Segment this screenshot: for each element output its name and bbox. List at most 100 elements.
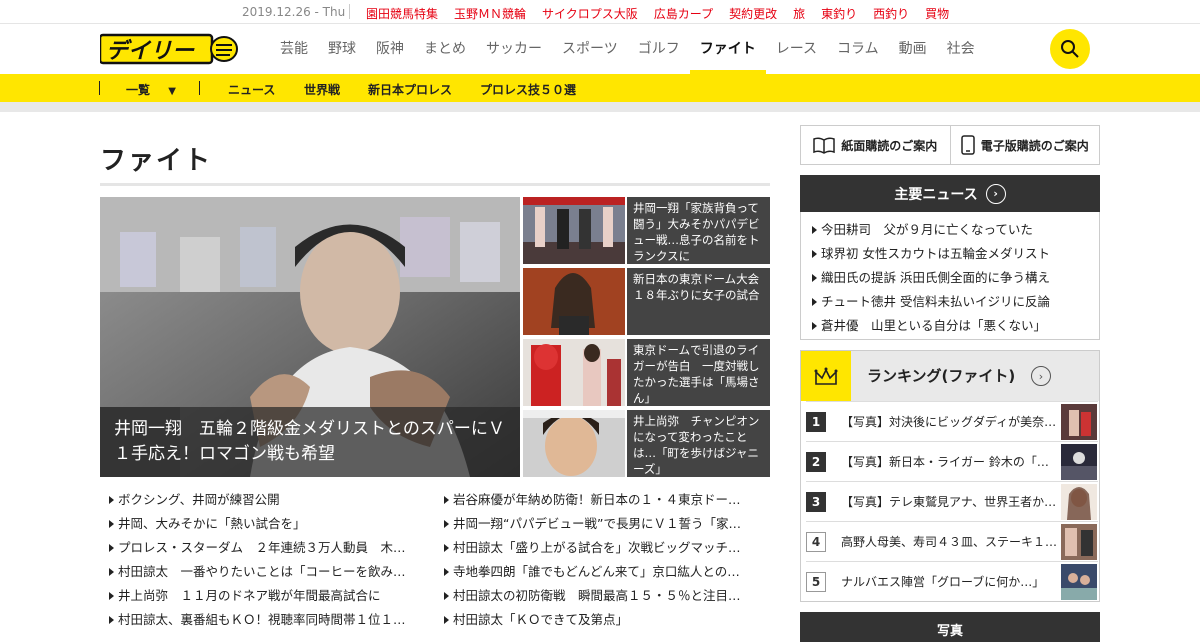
title-divider [100, 183, 770, 186]
list-item[interactable]: チュート徳井 受信料未払いイジリに反論 [811, 290, 1099, 314]
news-headline[interactable]: 新日本の東京ドーム大会 １８年ぶりに女子の試合 [627, 268, 770, 335]
ranking-item[interactable]: 5 ナルバエス陣営「グローブに何か…」 [806, 561, 1098, 601]
side-news-item[interactable]: 井岡一翔「家族背負って闘う」大みそかパパデビュー戦…息子の名前をトランクスに [523, 197, 770, 264]
current-date: 2019.12.26 - Thu [242, 5, 346, 19]
site-header: デイリー 芸能 野球 阪神 まとめ サッカー スポーツ ゴルフ ファイト レース… [0, 24, 1200, 74]
smartphone-icon [960, 135, 975, 155]
side-news-item[interactable]: 東京ドームで引退のライガーが告白 一度対戦したかった選手は「馬場さん」 [523, 339, 770, 406]
list-item[interactable]: 井上尚弥 １１月のドネア戦が年間最高試合に [108, 584, 428, 608]
ranking-thumbnail [1061, 404, 1097, 440]
top-link-hiroshima-carp[interactable]: 広島カープ [654, 5, 713, 22]
nav-video[interactable]: 動画 [899, 24, 927, 74]
search-icon [1061, 40, 1079, 58]
nav-baseball[interactable]: 野球 [328, 24, 356, 74]
ranking-thumbnail [1061, 484, 1097, 520]
subnav-news[interactable]: ニュース [228, 81, 275, 98]
news-thumbnail [523, 339, 625, 406]
ranking-item[interactable]: 2 【写真】新日本・ライガー 鈴木の「… [806, 441, 1098, 481]
daily-logo[interactable]: デイリー [98, 33, 240, 65]
nav-entertainment[interactable]: 芸能 [280, 24, 308, 74]
top-utility-bar: 2019.12.26 - Thu 園田競馬特集 玉野ＭＮ競輪 サイクロプス大阪 … [0, 0, 1200, 24]
list-item[interactable]: 村田諒太 一番やりたいことは「コーヒーを飲み… [108, 560, 428, 584]
list-item[interactable]: 村田諒太、裏番組もＫＯ！視聴率同時間帯１位１… [108, 608, 428, 632]
list-item[interactable]: 村田諒太「ＫＯできて及第点」 [443, 608, 763, 632]
subnav-prowres-moves[interactable]: プロレス技５０選 [480, 81, 576, 98]
major-news-header[interactable]: 主要ニュース › [800, 175, 1100, 212]
menu-label: 一覧 [126, 83, 151, 97]
top-link-shopping[interactable]: 買物 [925, 5, 949, 22]
news-headline[interactable]: 東京ドームで引退のライガーが告白 一度対戦したかった選手は「馬場さん」 [627, 339, 770, 406]
nav-race[interactable]: レース [776, 24, 817, 74]
top-link-east-fishing[interactable]: 東釣り [821, 5, 857, 22]
top-link-tamano-keirin[interactable]: 玉野ＭＮ競輪 [454, 5, 526, 22]
ranking-headline[interactable]: 【写真】新日本・ライガー 鈴木の「… [841, 453, 1059, 470]
rank-number: 5 [806, 572, 826, 592]
news-headline[interactable]: 井岡一翔「家族背負って闘う」大みそかパパデビュー戦…息子の名前をトランクスに [627, 197, 770, 264]
chevron-right-icon: › [985, 183, 1006, 204]
ranking-item[interactable]: 1 【写真】対決後にビッグダディが美奈… [806, 401, 1098, 441]
top-link-travel[interactable]: 旅 [793, 5, 805, 22]
subnav-world-title[interactable]: 世界戦 [304, 81, 340, 98]
paper-subscription-button[interactable]: 紙面購読のご案内 [801, 126, 950, 164]
top-link-contract-renewal[interactable]: 契約更改 [729, 5, 777, 22]
nav-sports[interactable]: スポーツ [562, 24, 618, 74]
ranking-box: ランキング(ファイト) › 1 【写真】対決後にビッグダディが美奈… 2 【写真… [800, 350, 1100, 602]
nav-society[interactable]: 社会 [947, 24, 975, 74]
top-link-sonoda-keiba[interactable]: 園田競馬特集 [366, 5, 438, 22]
search-button[interactable] [1050, 29, 1090, 69]
side-news-item[interactable]: 新日本の東京ドーム大会 １８年ぶりに女子の試合 [523, 268, 770, 335]
photo-section-header[interactable]: 写真 [800, 612, 1100, 642]
nav-hanshin[interactable]: 阪神 [376, 24, 404, 74]
list-item[interactable]: 村田諒太「盛り上がる試合を」次戦ビッグマッチ… [443, 536, 763, 560]
ranking-header[interactable]: ランキング(ファイト) › [801, 351, 1099, 401]
digital-subscription-label: 電子版購読のご案内 [980, 138, 1089, 153]
list-item[interactable]: 寺地拳四朗「誰でもどんどん来て」京口紘人との… [443, 560, 763, 584]
side-news-item[interactable]: 井上尚弥 チャンピオンになって変わったことは…「町を歩けばジャニーズ」 [523, 410, 770, 477]
list-item[interactable]: プロレス・スターダム ２年連続３万人動員 木… [108, 536, 428, 560]
logo-text: デイリー [106, 38, 195, 64]
menu-dropdown[interactable]: 一覧 ▼ [126, 81, 176, 98]
news-headline[interactable]: 井上尚弥 チャンピオンになって変わったことは…「町を歩けばジャニーズ」 [627, 410, 770, 477]
list-item[interactable]: 今田耕司 父が９月に亡くなっていた [811, 218, 1099, 242]
category-subnav: 一覧 ▼ ニュース 世界戦 新日本プロレス プロレス技５０選 [0, 74, 1200, 102]
list-item[interactable]: 球界初 女性スカウトは五輪金メダリスト [811, 242, 1099, 266]
list-item[interactable]: 織田氏の提訴 浜田氏側全面的に争う構え [811, 266, 1099, 290]
major-news-title: 主要ニュース [894, 186, 978, 203]
crown-icon [801, 351, 851, 401]
nav-column[interactable]: コラム [837, 24, 879, 74]
list-item[interactable]: 村田諒太の初防衛戦 瞬間最高１５・５％と注目… [443, 584, 763, 608]
ranking-thumbnail [1061, 444, 1097, 480]
nav-golf[interactable]: ゴルフ [638, 24, 680, 74]
news-thumbnail [523, 410, 625, 477]
news-thumbnail [523, 197, 625, 264]
nav-soccer[interactable]: サッカー [486, 24, 542, 74]
divider [99, 81, 100, 95]
hero-article[interactable]: 井岡一翔 五輪２階級金メダリストとのスパーにＶ１手応え！ロマゴン戦も希望 [100, 197, 520, 477]
news-list-left: ボクシング、井岡が練習公開 井岡、大みそかに「熱い試合を」 プロレス・スターダム… [108, 488, 428, 632]
global-nav: 芸能 野球 阪神 まとめ サッカー スポーツ ゴルフ ファイト レース コラム … [280, 24, 995, 74]
nav-fight[interactable]: ファイト [689, 24, 766, 74]
ranking-headline[interactable]: 高野人母美、寿司４３皿、ステーキ１… [841, 533, 1059, 550]
ranking-headline[interactable]: ナルバエス陣営「グローブに何か…」 [841, 573, 1059, 590]
subnav-njpw[interactable]: 新日本プロレス [368, 81, 452, 98]
paper-subscription-label: 紙面購読のご案内 [841, 138, 938, 153]
list-item[interactable]: 井岡、大みそかに「熱い試合を」 [108, 512, 428, 536]
ranking-item[interactable]: 4 高野人母美、寿司４３皿、ステーキ１… [806, 521, 1098, 561]
top-link-west-fishing[interactable]: 西釣り [873, 5, 909, 22]
ranking-headline[interactable]: 【写真】テレ東鷲見アナ、世界王者か… [841, 493, 1059, 510]
ranking-headline[interactable]: 【写真】対決後にビッグダディが美奈… [841, 413, 1059, 430]
top-link-cyclops-osaka[interactable]: サイクロプス大阪 [542, 5, 638, 22]
ranking-thumbnail [1061, 524, 1097, 560]
hero-headline[interactable]: 井岡一翔 五輪２階級金メダリストとのスパーにＶ１手応え！ロマゴン戦も希望 [100, 407, 520, 477]
list-item[interactable]: 井岡一翔“パパデビュー戦”で長男にＶ１誓う「家… [443, 512, 763, 536]
ranking-item[interactable]: 3 【写真】テレ東鷲見アナ、世界王者か… [806, 481, 1098, 521]
divider-strip [0, 102, 1200, 112]
list-item[interactable]: ボクシング、井岡が練習公開 [108, 488, 428, 512]
list-item[interactable]: 蒼井優 山里といる自分は「悪くない」 [811, 314, 1099, 338]
digital-subscription-button[interactable]: 電子版購読のご案内 [949, 126, 1100, 164]
rank-number: 3 [806, 492, 826, 512]
caret-down-icon: ▼ [168, 86, 176, 97]
nav-matome[interactable]: まとめ [424, 24, 466, 74]
chevron-right-icon: › [1031, 366, 1051, 386]
list-item[interactable]: 岩谷麻優が年納め防衛！新日本の１・４東京ドー… [443, 488, 763, 512]
